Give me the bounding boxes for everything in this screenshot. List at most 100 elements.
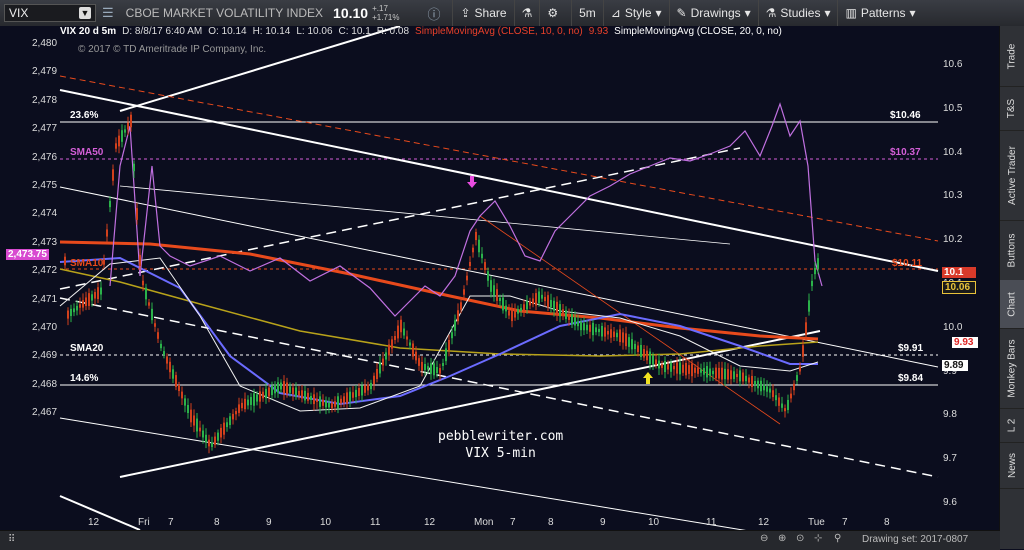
candle	[184, 398, 186, 406]
candle	[409, 342, 411, 346]
fib-top-label: 23.6%	[70, 110, 99, 121]
tab-monkey-bars[interactable]: Monkey Bars	[1000, 328, 1024, 409]
tab-active-trader[interactable]: Active Trader	[1000, 130, 1024, 221]
tab-chart[interactable]: Chart	[1000, 280, 1024, 329]
candle	[610, 329, 612, 338]
candle	[376, 368, 378, 380]
candle	[439, 368, 441, 374]
candle	[457, 310, 459, 322]
drag-handle-icon[interactable]: ⠿	[8, 534, 15, 545]
candle	[814, 267, 816, 275]
left-axis-tick: 2,479	[32, 66, 58, 78]
candle	[718, 367, 720, 379]
tab-buttons[interactable]: Buttons	[1000, 220, 1024, 281]
candle	[499, 297, 501, 302]
candle	[580, 321, 582, 331]
candle	[361, 385, 363, 396]
tab-news[interactable]: News	[1000, 442, 1024, 489]
zoom-out-icon[interactable]: ⊖	[760, 533, 768, 544]
timeframe-button[interactable]: 5m	[571, 0, 603, 26]
candle	[412, 343, 414, 357]
zoom-in-icon[interactable]: ⊕	[778, 533, 786, 544]
crosshair-icon[interactable]: ⊹	[814, 533, 822, 544]
candle	[700, 369, 702, 373]
candle	[577, 321, 579, 327]
candle	[115, 143, 117, 149]
style-button[interactable]: ⊿ Style ▾	[602, 0, 669, 26]
candle	[724, 368, 726, 380]
fib-bottom-label: 14.6%	[70, 373, 99, 384]
candle	[424, 363, 426, 371]
time-axis-tick: 11	[706, 517, 717, 528]
candle	[238, 404, 240, 413]
watermark: pebblewriter.com VIX 5-min	[438, 428, 563, 462]
candle	[295, 387, 297, 397]
candle	[82, 300, 84, 308]
candle	[166, 356, 168, 364]
candle	[469, 261, 471, 267]
candle	[523, 304, 525, 311]
candle	[142, 280, 144, 286]
candle	[637, 345, 639, 353]
candle	[265, 388, 267, 399]
tab-level-2[interactable]: L 2	[1000, 408, 1024, 443]
candle	[628, 337, 630, 347]
share-button[interactable]: ⇪ Share	[452, 0, 513, 26]
flask-button[interactable]: ⚗	[513, 0, 540, 26]
flask-icon: ⚗	[521, 6, 533, 20]
right-axis-tick: 10.0	[943, 321, 963, 333]
left-axis-tick: 2,475	[32, 180, 58, 191]
candle	[679, 362, 681, 375]
menu-icon[interactable]: ☰	[102, 5, 114, 21]
candle	[571, 314, 573, 325]
candle	[379, 362, 381, 374]
left-axis-tick: 2,480	[32, 38, 58, 49]
info-icon[interactable]: ⓘ	[427, 4, 440, 23]
info-symbol: VIX 20 d 5m	[60, 26, 117, 37]
drawings-button[interactable]: ✎ Drawings ▾	[668, 0, 758, 26]
studies-button[interactable]: ⚗ Studies ▾	[757, 0, 838, 26]
candle	[808, 300, 810, 312]
candle	[463, 289, 465, 295]
left-axis-tick: 2,477	[32, 123, 58, 135]
chart-toolbar: VIX ▼ ☰ CBOE MARKET VOLATILITY INDEX 10.…	[0, 0, 1024, 27]
candle	[496, 289, 498, 301]
candle	[625, 333, 627, 347]
candle	[334, 401, 336, 407]
bottom-bar: ⠿ ⊖ ⊕ ⊙ ⊹ ⚲ Drawing set: 2017-0807	[0, 530, 1000, 550]
candle	[154, 323, 156, 327]
right-axis-tick: 10.6	[943, 59, 963, 70]
candle	[112, 169, 114, 181]
chevron-down-icon[interactable]: ▼	[79, 7, 91, 19]
tab-time-and-sales[interactable]: T&S	[1000, 86, 1024, 131]
drawing-set-label[interactable]: Drawing set: 2017-0807	[862, 534, 968, 545]
left-axis-tick: 2,470	[32, 322, 58, 333]
sma50-value: $10.37	[890, 147, 921, 158]
symbol-selector[interactable]: VIX ▼	[4, 4, 96, 22]
candle	[151, 308, 153, 321]
candle	[739, 370, 741, 382]
symbol-input[interactable]: VIX	[9, 6, 28, 20]
gear-button[interactable]: ⚙	[539, 0, 565, 26]
candle	[649, 351, 651, 364]
candle	[268, 387, 270, 397]
fib-top-value: $10.46	[890, 110, 921, 121]
right-axis-tick: 9.6	[943, 497, 957, 508]
patterns-button[interactable]: ▥ Patterns ▾	[837, 0, 922, 26]
candle	[802, 345, 804, 357]
candle	[325, 400, 327, 408]
candle	[481, 253, 483, 259]
candle	[196, 418, 198, 432]
candle	[787, 399, 789, 411]
pan-icon[interactable]: ⊙	[796, 533, 804, 544]
search-icon[interactable]: ⚲	[834, 533, 841, 544]
candle	[328, 402, 330, 408]
candle	[394, 336, 396, 340]
candle	[652, 355, 654, 365]
candle	[511, 309, 513, 322]
tab-trade[interactable]: Trade	[1000, 26, 1024, 87]
candle	[532, 298, 534, 305]
candle	[247, 399, 249, 406]
candle	[520, 307, 522, 311]
candle	[760, 380, 762, 392]
